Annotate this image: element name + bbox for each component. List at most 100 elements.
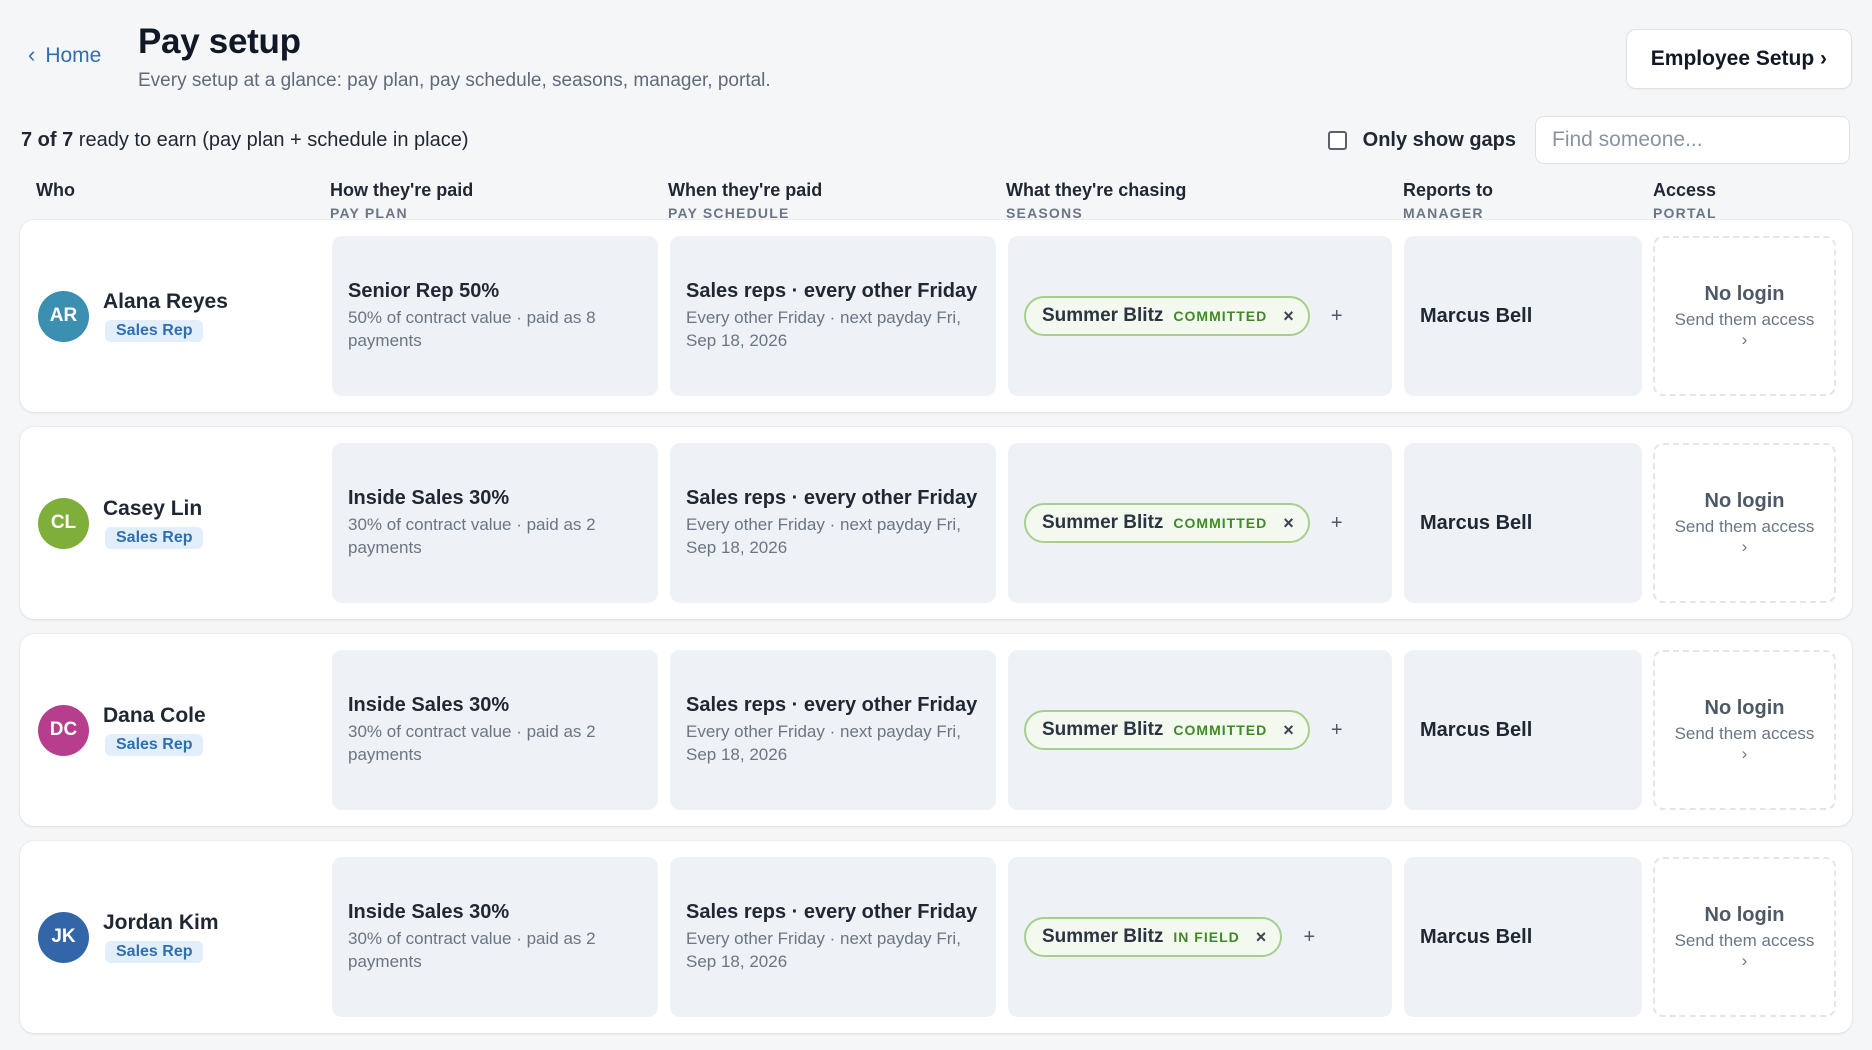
- send-access-link[interactable]: Send them access ›: [1671, 310, 1818, 350]
- pay-schedule-cell[interactable]: Sales reps · every other Friday Every ot…: [670, 650, 996, 810]
- season-status: COMMITTED: [1173, 515, 1268, 531]
- column-header-sublabel: PAY SCHEDULE: [668, 205, 790, 221]
- person-row: DC Dana Cole Sales Rep Inside Sales 30% …: [20, 634, 1852, 826]
- pay-plan-cell[interactable]: Inside Sales 30% 30% of contract value ·…: [332, 443, 658, 603]
- pay-plan-description: 30% of contract value · paid as 2 paymen…: [348, 515, 596, 557]
- portal-cell[interactable]: No login Send them access ›: [1653, 236, 1836, 396]
- send-access-link[interactable]: Send them access ›: [1671, 517, 1818, 557]
- person-name: Dana Cole: [103, 704, 206, 727]
- portal-cell[interactable]: No login Send them access ›: [1653, 857, 1836, 1017]
- add-season-button[interactable]: +: [1292, 920, 1326, 954]
- send-access-link[interactable]: Send them access ›: [1671, 724, 1818, 764]
- pay-schedule-cell[interactable]: Sales reps · every other Friday Every ot…: [670, 443, 996, 603]
- portal-cell[interactable]: No login Send them access ›: [1653, 443, 1836, 603]
- pay-schedule-title: Sales reps · every other Friday: [686, 487, 978, 509]
- add-season-button[interactable]: +: [1320, 713, 1354, 747]
- manager-cell[interactable]: Marcus Bell: [1404, 857, 1642, 1017]
- season-pill[interactable]: Summer Blitz COMMITTED ×: [1024, 710, 1310, 750]
- role-badge: Sales Rep: [105, 527, 204, 549]
- season-name: Summer Blitz: [1042, 305, 1164, 326]
- column-header-pay-plan: How they're paid PAY PLAN: [330, 180, 473, 221]
- column-header-manager: Reports to MANAGER: [1403, 180, 1493, 221]
- pay-schedule-title: Sales reps · every other Friday: [686, 694, 978, 716]
- person-row: AR Alana Reyes Sales Rep Senior Rep 50% …: [20, 220, 1852, 412]
- column-header-seasons: What they're chasing SEASONS: [1006, 180, 1186, 221]
- avatar: CL: [38, 497, 89, 549]
- portal-status: No login: [1704, 696, 1785, 719]
- manager-cell[interactable]: Marcus Bell: [1404, 236, 1642, 396]
- page-header: ‹ Home Pay setup Every setup at a glance…: [20, 0, 1852, 112]
- person-info: CL Casey Lin Sales Rep: [38, 427, 204, 619]
- only-show-gaps-checkbox[interactable]: [1327, 131, 1347, 150]
- column-header-sublabel: PORTAL: [1653, 205, 1717, 221]
- portal-cell[interactable]: No login Send them access ›: [1653, 650, 1836, 810]
- portal-status: No login: [1704, 903, 1785, 926]
- pay-setup-page: ‹ Home Pay setup Every setup at a glance…: [0, 0, 1872, 1050]
- manager-name: Marcus Bell: [1420, 511, 1533, 534]
- home-link-label: Home: [45, 44, 102, 67]
- season-name: Summer Blitz: [1042, 512, 1164, 533]
- manager-name: Marcus Bell: [1420, 925, 1533, 948]
- title-block: Pay setup Every setup at a glance: pay p…: [138, 22, 771, 92]
- season-status: COMMITTED: [1173, 722, 1268, 738]
- avatar: AR: [38, 290, 89, 342]
- column-header-label: What they're chasing: [1006, 180, 1187, 200]
- column-header-label: Reports to: [1403, 180, 1493, 200]
- person-row: CL Casey Lin Sales Rep Inside Sales 30% …: [20, 427, 1852, 619]
- column-header-portal: Access PORTAL: [1653, 180, 1717, 221]
- pay-schedule-description: Every other Friday · next payday Fri, Se…: [686, 929, 961, 971]
- person-row: JK Jordan Kim Sales Rep Inside Sales 30%…: [20, 841, 1852, 1033]
- pay-schedule-description: Every other Friday · next payday Fri, Se…: [686, 722, 961, 764]
- person-info: JK Jordan Kim Sales Rep: [38, 841, 219, 1033]
- only-show-gaps-toggle[interactable]: Only show gaps: [1327, 129, 1516, 152]
- pay-schedule-cell[interactable]: Sales reps · every other Friday Every ot…: [670, 236, 996, 396]
- pay-plan-description: 30% of contract value · paid as 2 paymen…: [348, 722, 596, 764]
- pay-plan-title: Senior Rep 50%: [348, 280, 500, 302]
- add-season-button[interactable]: +: [1320, 299, 1354, 333]
- column-header-pay-schedule: When they're paid PAY SCHEDULE: [668, 180, 822, 221]
- column-header-label: Access: [1653, 180, 1717, 200]
- home-link[interactable]: ‹ Home: [28, 44, 101, 68]
- remove-season-icon[interactable]: ×: [1283, 513, 1294, 534]
- seasons-cell: Summer Blitz IN FIELD × +: [1008, 857, 1392, 1017]
- pay-schedule-description: Every other Friday · next payday Fri, Se…: [686, 515, 961, 557]
- page-title: Pay setup: [138, 22, 301, 61]
- role-badge: Sales Rep: [105, 320, 204, 342]
- season-pill[interactable]: Summer Blitz COMMITTED ×: [1024, 503, 1310, 543]
- season-pill[interactable]: Summer Blitz IN FIELD ×: [1024, 917, 1283, 957]
- add-season-button[interactable]: +: [1320, 506, 1354, 540]
- send-access-link[interactable]: Send them access ›: [1671, 931, 1818, 971]
- pay-schedule-description: Every other Friday · next payday Fri, Se…: [686, 308, 961, 350]
- ready-summary-text: ready to earn (pay plan + schedule in pl…: [73, 129, 469, 151]
- search-input[interactable]: [1535, 116, 1850, 164]
- seasons-cell: Summer Blitz COMMITTED × +: [1008, 236, 1392, 396]
- seasons-cell: Summer Blitz COMMITTED × +: [1008, 443, 1392, 603]
- pay-schedule-title: Sales reps · every other Friday: [686, 280, 978, 302]
- column-header-who: Who: [36, 180, 75, 201]
- manager-cell[interactable]: Marcus Bell: [1404, 650, 1642, 810]
- pay-plan-cell[interactable]: Inside Sales 30% 30% of contract value ·…: [332, 857, 658, 1017]
- manager-name: Marcus Bell: [1420, 718, 1533, 741]
- season-pill[interactable]: Summer Blitz COMMITTED ×: [1024, 296, 1310, 336]
- avatar: JK: [38, 911, 89, 963]
- remove-season-icon[interactable]: ×: [1283, 306, 1294, 327]
- person-info: AR Alana Reyes Sales Rep: [38, 220, 228, 412]
- employee-setup-button[interactable]: Employee Setup ›: [1625, 29, 1852, 89]
- page-subtitle: Every setup at a glance: pay plan, pay s…: [138, 70, 771, 91]
- people-list: AR Alana Reyes Sales Rep Senior Rep 50% …: [20, 220, 1852, 1033]
- manager-name: Marcus Bell: [1420, 304, 1533, 327]
- pay-plan-description: 50% of contract value · paid as 8 paymen…: [348, 308, 596, 350]
- pay-plan-cell[interactable]: Senior Rep 50% 50% of contract value · p…: [332, 236, 658, 396]
- column-header-label: When they're paid: [668, 180, 823, 200]
- remove-season-icon[interactable]: ×: [1283, 720, 1294, 741]
- column-header-label: Who: [36, 180, 75, 200]
- only-show-gaps-label: Only show gaps: [1362, 129, 1516, 151]
- manager-cell[interactable]: Marcus Bell: [1404, 443, 1642, 603]
- pay-plan-cell[interactable]: Inside Sales 30% 30% of contract value ·…: [332, 650, 658, 810]
- portal-status: No login: [1704, 282, 1785, 305]
- column-header-sublabel: PAY PLAN: [330, 205, 408, 221]
- pay-plan-title: Inside Sales 30%: [348, 487, 510, 509]
- pay-plan-title: Inside Sales 30%: [348, 694, 510, 716]
- pay-schedule-cell[interactable]: Sales reps · every other Friday Every ot…: [670, 857, 996, 1017]
- remove-season-icon[interactable]: ×: [1256, 927, 1267, 948]
